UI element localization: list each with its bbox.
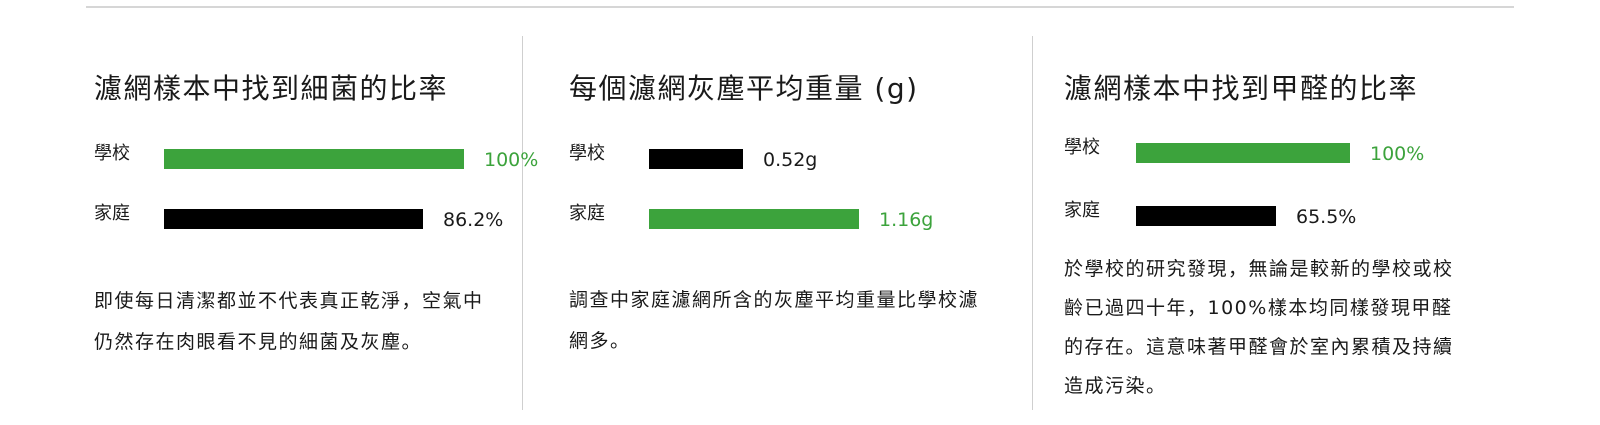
- bar-home: [649, 209, 859, 229]
- bar-row-home: 家庭 65.5%: [1064, 200, 1504, 240]
- formaldehyde-panel: 濾網樣本中找到甲醛的比率 學校 100% 家庭 65.5% 於學校的研究發現，無…: [1064, 0, 1504, 425]
- bar-value-home: 1.16g: [879, 209, 934, 231]
- bar-row-school: 學校 100%: [1064, 137, 1504, 177]
- column-divider-2: [1032, 36, 1033, 410]
- panel-description: 即使每日清潔都並不代表真正乾淨，空氣中仍然存在肉眼看不見的細菌及灰塵。: [94, 290, 484, 353]
- panel-title: 濾網樣本中找到甲醛的比率: [1064, 72, 1419, 105]
- bar-label-school: 學校: [569, 143, 605, 164]
- panel-title: 濾網樣本中找到細菌的比率: [94, 72, 449, 105]
- panel-description: 於學校的研究發現，無論是較新的學校或校齡已過四十年，100%樣本均同樣發現甲醛的…: [1064, 258, 1454, 397]
- bar-row-school: 學校 0.52g: [569, 143, 1009, 183]
- bar-school: [164, 149, 464, 169]
- bar-label-home: 家庭: [1064, 200, 1100, 221]
- panel-title: 每個濾網灰塵平均重量 (g): [569, 72, 919, 105]
- dust-weight-panel: 每個濾網灰塵平均重量 (g) 學校 0.52g 家庭 1.16g 調查中家庭濾網…: [569, 0, 1009, 425]
- bar-home: [164, 209, 423, 229]
- bar-label-school: 學校: [94, 143, 130, 164]
- bar-value-school: 100%: [1370, 143, 1425, 165]
- bar-label-home: 家庭: [94, 203, 130, 224]
- bar-value-home: 65.5%: [1296, 206, 1357, 228]
- bar-value-school: 0.52g: [763, 149, 818, 171]
- panel-description: 調查中家庭濾網所含的灰塵平均重量比學校濾網多。: [569, 289, 980, 352]
- bar-row-home: 家庭 86.2%: [94, 203, 534, 243]
- bar-label-home: 家庭: [569, 203, 605, 224]
- bar-label-school: 學校: [1064, 137, 1100, 158]
- bar-home: [1136, 206, 1276, 226]
- bar-school: [1136, 143, 1350, 163]
- bar-row-school: 學校 100%: [94, 143, 538, 183]
- bar-school: [649, 149, 743, 169]
- bar-value-home: 86.2%: [443, 209, 504, 231]
- bacteria-panel: 濾網樣本中找到細菌的比率 學校 100% 家庭 86.2% 即使每日清潔都並不代…: [94, 0, 538, 425]
- bar-row-home: 家庭 1.16g: [569, 203, 1009, 243]
- bar-value-school: 100%: [484, 149, 539, 171]
